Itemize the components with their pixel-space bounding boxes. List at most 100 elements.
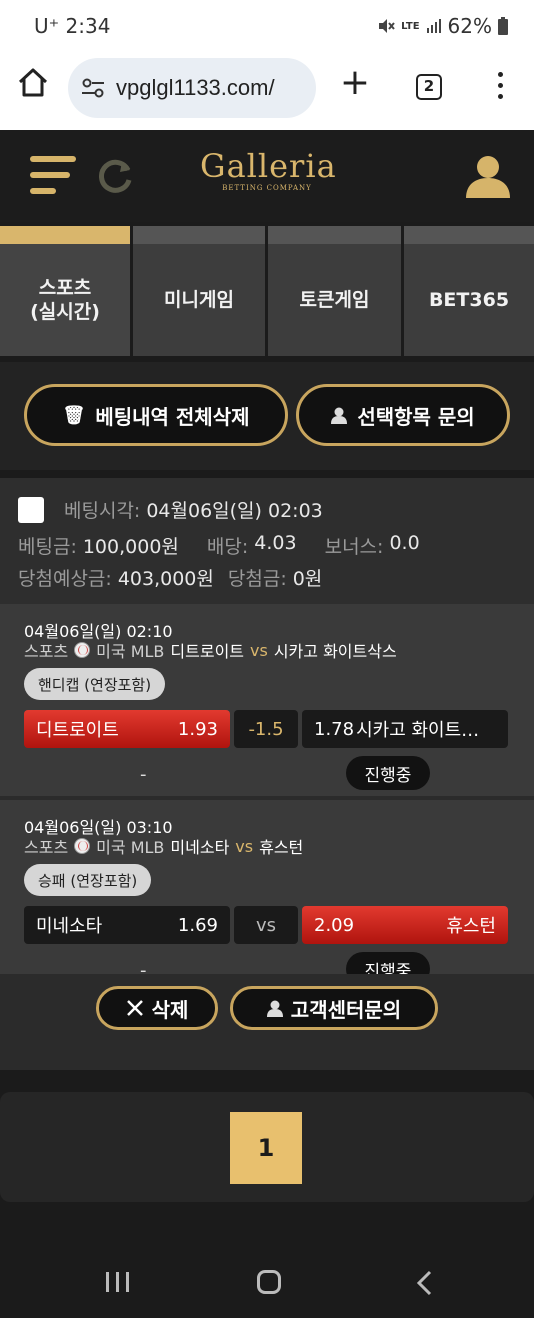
new-tab-button[interactable]: + xyxy=(338,65,372,102)
system-nav-bar xyxy=(0,1232,534,1318)
home-nav-icon[interactable] xyxy=(257,1270,281,1294)
bet-odds-label: 배당: xyxy=(206,536,249,558)
away-odds-value: 1.78 xyxy=(314,718,355,740)
recent-apps-icon[interactable] xyxy=(106,1272,129,1292)
bet-amount-value: 100,000원 xyxy=(82,536,179,558)
status-time: U⁺ 2:34 xyxy=(34,14,111,38)
mute-icon xyxy=(379,19,395,33)
refresh-icon[interactable] xyxy=(96,156,136,196)
bet-time-value: 04월06일(일) 02:03 xyxy=(146,500,323,522)
tab-label: 토큰게임 xyxy=(299,289,370,311)
away-team: 휴스턴 xyxy=(259,838,304,857)
bet-time-label: 베팅시각: xyxy=(64,500,141,522)
delete-bet-label: 삭제 xyxy=(151,997,189,1022)
match-league: 스포츠 미국 MLB 미네소타 vs 휴스턴 xyxy=(24,834,303,858)
agent-icon xyxy=(331,407,348,424)
site-logo[interactable]: Galleria BETTING COMPANY xyxy=(200,147,337,192)
market-type-badge: 핸디캡 (연장포함) xyxy=(24,668,166,700)
bet-summary: 베팅시각: 04월06일(일) 02:03 베팅금: 100,000원 배당: … xyxy=(0,478,534,604)
logo-subtitle: BETTING COMPANY xyxy=(222,184,312,192)
match-row: 04월06일(일) 02:10 스포츠 미국 MLB 디트로이트 vs 시카고 … xyxy=(0,604,534,798)
match-league: 스포츠 미국 MLB 디트로이트 vs 시카고 화이트삭스 xyxy=(24,638,397,662)
sport-label: 스포츠 xyxy=(24,642,69,661)
tab-label: 스포츠 (실시간) xyxy=(0,244,130,356)
inquire-selected-label: 선택항목 문의 xyxy=(357,404,475,429)
home-odds-selection[interactable]: 미네소타 1.69 xyxy=(24,906,230,944)
delete-bet-button[interactable]: 삭제 xyxy=(96,986,218,1030)
home-odds-team: 디트로이트 xyxy=(36,720,119,741)
away-odds-team: 휴스턴 xyxy=(446,916,496,937)
customer-support-button[interactable]: 고객센터문의 xyxy=(230,986,438,1030)
away-odds-selection[interactable]: 2.09 휴스턴 xyxy=(302,906,508,944)
bet-history-actions: 🗑 베팅내역 전체삭제 선택항목 문의 xyxy=(0,362,534,470)
vs-label: vs xyxy=(235,836,254,856)
baseball-icon xyxy=(74,642,91,658)
tab-indicator xyxy=(404,226,534,244)
away-odds-team: 시카고 화이트… xyxy=(356,720,480,741)
bet-bonus-label: 보너스: xyxy=(324,536,384,558)
home-team: 미네소타 xyxy=(170,838,230,857)
menu-icon[interactable] xyxy=(30,156,76,196)
browser-toolbar: vpglgl1133.com/ + 2 xyxy=(0,52,534,130)
match-row: 04월06일(일) 03:10 스포츠 미국 MLB 미네소타 vs 휴스턴 승… xyxy=(0,800,534,994)
logo-name: Galleria xyxy=(200,147,337,185)
expected-win-value: 403,000원 xyxy=(117,568,214,590)
address-bar[interactable]: vpglgl1133.com/ xyxy=(68,58,316,118)
tab-indicator xyxy=(0,226,130,244)
market-type-badge: 승패 (연장포함) xyxy=(24,864,152,896)
baseball-icon xyxy=(74,838,91,854)
sport-label: 스포츠 xyxy=(24,838,69,857)
pagination: 1 xyxy=(0,1092,534,1202)
home-odds-value: 1.69 xyxy=(177,914,218,936)
status-icons: LTE 62% xyxy=(377,14,508,38)
user-icon[interactable] xyxy=(464,152,512,200)
tab-minigame[interactable]: 미니게임 xyxy=(133,226,265,356)
league-name: 미국 MLB xyxy=(96,838,165,857)
bet-odds-value: 4.03 xyxy=(254,532,297,554)
bet-amount-label: 베팅금: xyxy=(18,536,77,558)
back-icon[interactable] xyxy=(410,1268,440,1298)
url-text: vpglgl1133.com/ xyxy=(116,75,275,100)
home-odds-value: 1.93 xyxy=(177,718,218,740)
home-icon[interactable] xyxy=(16,66,50,100)
win-amount-label: 당첨금: xyxy=(227,568,287,590)
bet-bonus-value: 0.0 xyxy=(389,532,420,554)
bet-card-footer: 삭제 고객센터문의 xyxy=(0,974,534,1070)
tab-token-game[interactable]: 토큰게임 xyxy=(268,226,401,356)
site-settings-icon[interactable] xyxy=(80,75,106,101)
draw-vs-box: vs xyxy=(234,906,298,944)
browser-menu-icon[interactable] xyxy=(490,72,510,102)
delete-all-label: 베팅내역 전체삭제 xyxy=(95,404,250,429)
tab-sports-live[interactable]: 스포츠 (실시간) xyxy=(0,226,130,356)
home-odds-selection[interactable]: 디트로이트 1.93 xyxy=(24,710,230,748)
delete-all-button[interactable]: 🗑 베팅내역 전체삭제 xyxy=(24,384,288,446)
status-badge: 진행중 xyxy=(346,756,430,790)
close-icon xyxy=(126,1000,143,1016)
home-odds-team: 미네소타 xyxy=(36,916,103,937)
tab-switcher-button[interactable]: 2 xyxy=(416,74,442,100)
match-result: - xyxy=(140,764,147,785)
page-button-current[interactable]: 1 xyxy=(230,1112,302,1184)
tab-bet365[interactable]: BET365 xyxy=(404,226,534,356)
expected-win-label: 당첨예상금: xyxy=(18,568,112,590)
inquire-selected-button[interactable]: 선택항목 문의 xyxy=(296,384,510,446)
league-name: 미국 MLB xyxy=(96,642,165,661)
vs-label: vs xyxy=(250,640,268,660)
bet-card: 베팅시각: 04월06일(일) 02:03 베팅금: 100,000원 배당: … xyxy=(0,478,534,1070)
battery-icon xyxy=(498,17,508,35)
away-odds-selection[interactable]: 1.78 시카고 화이트… xyxy=(302,710,508,748)
tab-label: BET365 xyxy=(428,289,510,311)
trash-icon: 🗑 xyxy=(62,404,86,426)
bet-select-checkbox[interactable] xyxy=(18,496,44,523)
status-bar: U⁺ 2:34 LTE 62% xyxy=(0,0,534,52)
tab-indicator xyxy=(133,226,265,244)
site-header: Galleria BETTING COMPANY xyxy=(0,130,534,222)
tab-label: 미니게임 xyxy=(164,289,234,311)
agent-icon xyxy=(266,1000,283,1017)
customer-support-label: 고객센터문의 xyxy=(290,997,402,1022)
handicap-value: -1.5 xyxy=(234,710,298,748)
battery-percent: 62% xyxy=(447,14,492,38)
home-team: 디트로이트 xyxy=(170,642,245,661)
signal-icon xyxy=(426,19,441,33)
category-tabs: 스포츠 (실시간) 미니게임 토큰게임 BET365 xyxy=(0,226,534,356)
